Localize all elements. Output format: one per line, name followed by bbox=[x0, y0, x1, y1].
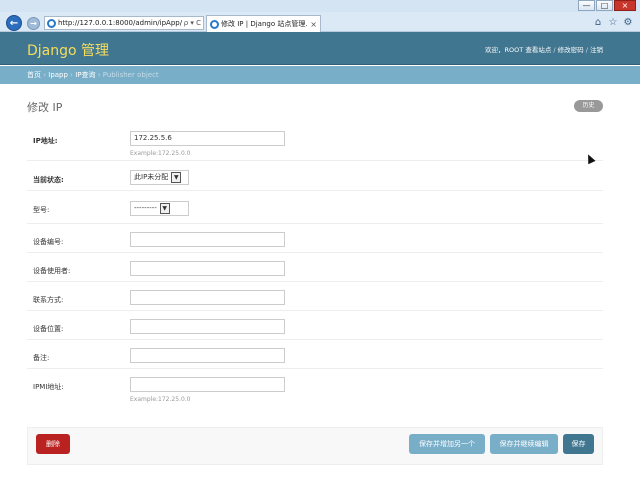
ipmi-label: IPMI地址: bbox=[33, 383, 64, 391]
breadcrumb-sep: › bbox=[95, 71, 103, 79]
device-user-label: 设备使用者: bbox=[33, 267, 71, 275]
close-window-button[interactable]: × bbox=[614, 0, 636, 11]
save-button[interactable]: 保存 bbox=[563, 434, 594, 454]
contact-label: 联系方式: bbox=[33, 296, 64, 304]
tab-ie-icon bbox=[210, 19, 219, 29]
page-title: 修改 IP bbox=[27, 101, 63, 114]
ip-help-text: Example:172.25.0.0 bbox=[130, 150, 191, 157]
chevron-down-icon: ▼ bbox=[159, 203, 170, 214]
ip-label: IP地址: bbox=[33, 137, 58, 145]
type-select-value: --------- bbox=[134, 204, 157, 212]
welcome-text: 欢迎， bbox=[485, 46, 505, 54]
contact-input[interactable] bbox=[130, 290, 285, 305]
type-label: 型号: bbox=[33, 206, 50, 214]
save-continue-button[interactable]: 保存并继续编辑 bbox=[490, 434, 558, 454]
breadcrumb-current: Publisher object bbox=[102, 71, 159, 79]
form-row-contact: 联系方式: bbox=[27, 282, 603, 311]
ipmi-input[interactable] bbox=[130, 377, 285, 392]
forward-arrow-icon[interactable]: → bbox=[27, 17, 40, 30]
form-row-type: 型号: --------- ▼ bbox=[27, 191, 603, 224]
window-titlebar: — □ × bbox=[0, 0, 640, 12]
username: ROOT bbox=[504, 46, 524, 54]
maximize-button[interactable]: □ bbox=[596, 0, 613, 11]
form-row-ipmi: IPMI地址: Example:172.25.0.0 bbox=[27, 369, 603, 409]
change-password-link[interactable]: 修改密码 bbox=[558, 46, 584, 54]
ipmi-help-text: Example:172.25.0.0 bbox=[130, 396, 191, 403]
status-label: 当前状态: bbox=[33, 176, 64, 184]
note-label: 备注: bbox=[33, 354, 50, 362]
site-brand[interactable]: Django 管理 bbox=[27, 40, 109, 60]
gear-icon[interactable]: ⚙ bbox=[622, 17, 634, 29]
breadcrumb-home[interactable]: 首页 bbox=[27, 71, 41, 79]
logout-link[interactable]: 注销 bbox=[590, 46, 603, 54]
address-url[interactable]: http://127.0.0.1:8000/admin/ipApp/ bbox=[58, 19, 182, 27]
status-select[interactable]: 此IP未分配 ▼ bbox=[130, 170, 189, 185]
user-tools: 欢迎，ROOT 查看站点 / 修改密码 / 注销 bbox=[485, 44, 603, 54]
note-input[interactable] bbox=[130, 348, 285, 363]
tab-close-icon[interactable]: × bbox=[307, 20, 320, 29]
ip-address-input[interactable]: 172.25.5.6 bbox=[130, 131, 285, 146]
address-bar[interactable]: http://127.0.0.1:8000/admin/ipApp/ ρ ▾ C bbox=[44, 16, 204, 30]
history-button[interactable]: 历史 bbox=[574, 100, 603, 112]
form-row-note: 备注: bbox=[27, 340, 603, 369]
location-label: 设备位置: bbox=[33, 325, 64, 333]
delete-button[interactable]: 删除 bbox=[36, 434, 70, 454]
device-user-input[interactable] bbox=[130, 261, 285, 276]
back-arrow-icon[interactable]: ← bbox=[6, 15, 22, 31]
location-input[interactable] bbox=[130, 319, 285, 334]
form-row-location: 设备位置: bbox=[27, 311, 603, 340]
admin-header: Django 管理 欢迎，ROOT 查看站点 / 修改密码 / 注销 bbox=[0, 32, 640, 65]
submit-row: 删除 保存并增加另一个 保存并继续编辑 保存 bbox=[27, 427, 603, 465]
browser-tab[interactable]: 修改 IP | Django 站点管理... × bbox=[206, 15, 321, 32]
minimize-button[interactable]: — bbox=[578, 0, 595, 11]
window-controls: — □ × bbox=[577, 0, 636, 11]
form-row-device-no: 设备编号: bbox=[27, 224, 603, 253]
device-no-input[interactable] bbox=[130, 232, 285, 247]
browser-toolbar: ← → http://127.0.0.1:8000/admin/ipApp/ ρ… bbox=[0, 12, 640, 32]
favorites-star-icon[interactable]: ☆ bbox=[607, 17, 619, 29]
chevron-down-icon: ▼ bbox=[171, 172, 182, 183]
device-no-label: 设备编号: bbox=[33, 238, 64, 246]
save-add-another-button[interactable]: 保存并增加另一个 bbox=[409, 434, 485, 454]
browser-tools: ⌂ ☆ ⚙ bbox=[589, 17, 634, 29]
breadcrumb-model[interactable]: IP查询 bbox=[75, 71, 95, 79]
form-row-ip: IP地址: 172.25.5.6 Example:172.25.0.0 bbox=[27, 121, 603, 161]
breadcrumb: 首页 › Ipapp › IP查询 › Publisher object bbox=[0, 66, 640, 84]
tab-title: 修改 IP | Django 站点管理... bbox=[221, 20, 308, 28]
address-tools[interactable]: ρ ▾ C bbox=[182, 19, 203, 27]
home-icon[interactable]: ⌂ bbox=[592, 17, 604, 29]
type-select[interactable]: --------- ▼ bbox=[130, 201, 189, 216]
form-row-status: 当前状态: 此IP未分配 ▼ bbox=[27, 161, 603, 191]
breadcrumb-app[interactable]: Ipapp bbox=[48, 71, 68, 79]
status-select-value: 此IP未分配 bbox=[134, 173, 169, 181]
ie-logo-icon bbox=[47, 18, 56, 28]
form-row-device-user: 设备使用者: bbox=[27, 253, 603, 282]
view-site-link[interactable]: 查看站点 bbox=[525, 46, 551, 54]
